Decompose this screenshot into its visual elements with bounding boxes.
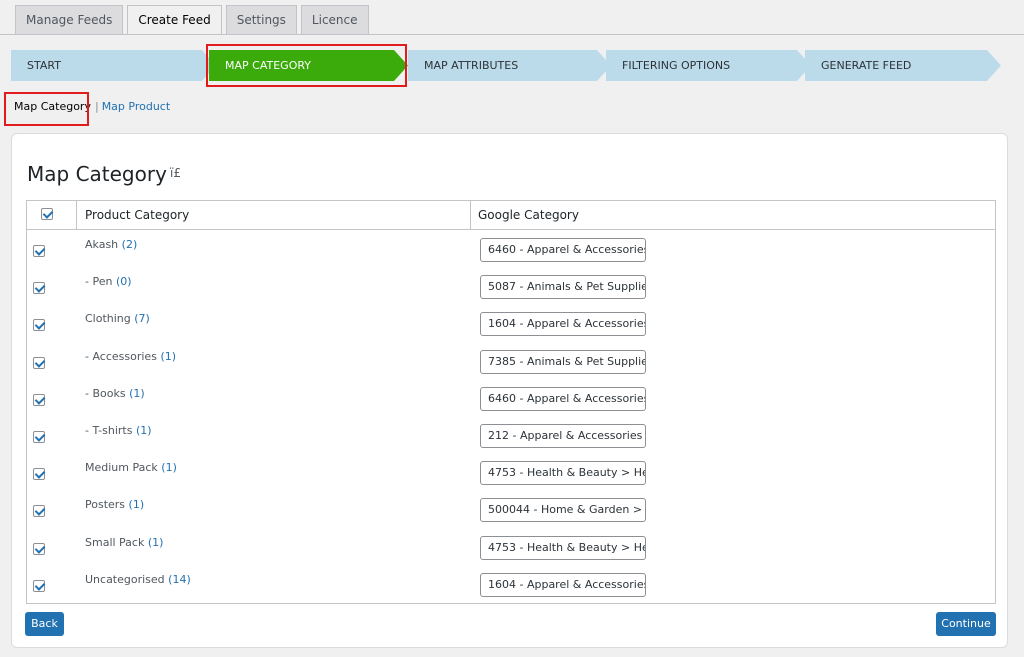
table-row: Medium Pack (1) 4753 - Health & Beauty > …: [27, 455, 995, 492]
category-name: Clothing: [85, 312, 131, 326]
google-category-input[interactable]: 1604 - Apparel & Accessories: [480, 572, 646, 597]
tabs-divider: [0, 34, 1024, 35]
product-category-label: Akash (2): [85, 238, 137, 251]
category-name: - Books: [85, 386, 126, 400]
product-category-label: Small Pack (1): [85, 536, 163, 549]
table-row: Posters (1) 500044 - Home & Garden > D: [27, 492, 995, 529]
product-category-label: Medium Pack (1): [85, 461, 177, 474]
map-category-panel: Map Category ï£ Product Category Google …: [11, 133, 1008, 648]
category-count-link[interactable]: (0): [116, 275, 132, 288]
category-count-link[interactable]: (1): [129, 498, 145, 511]
table-row: - Accessories (1) 7385 - Animals & Pet Su…: [27, 344, 995, 381]
back-button[interactable]: Back: [25, 612, 64, 636]
category-name: Medium Pack: [85, 461, 158, 475]
table-row: - T-shirts (1) 212 - Apparel & Accessorie…: [27, 418, 995, 455]
page-title: Map Category: [27, 162, 167, 186]
google-category-input[interactable]: 1604 - Apparel & Accessories: [480, 312, 646, 337]
table-header: Product Category Google Category: [27, 201, 995, 230]
category-name: Posters: [85, 498, 126, 512]
product-category-label: Uncategorised (14): [85, 573, 191, 586]
header-google-category: Google Category: [478, 208, 579, 222]
active-step-highlight: [206, 44, 407, 87]
google-category-input[interactable]: 5087 - Animals & Pet Supplies: [480, 275, 646, 300]
product-category-label: - Accessories (1): [85, 350, 176, 363]
row-checkbox[interactable]: [33, 579, 45, 592]
step-generate-feed[interactable]: GENERATE FEED: [805, 50, 1001, 81]
header-product-category: Product Category: [85, 208, 190, 222]
nav-tabs: Manage Feeds Create Feed Settings Licenc…: [15, 5, 373, 35]
category-count-link[interactable]: (1): [161, 461, 177, 474]
category-name: Akash: [85, 238, 119, 251]
product-category-label: - Pen (0): [85, 275, 132, 288]
google-category-input[interactable]: 4753 - Health & Beauty > Hea: [480, 461, 646, 486]
table-row: Uncategorised (14) 1604 - Apparel & Acces…: [27, 567, 995, 604]
row-checkbox[interactable]: [33, 505, 45, 518]
continue-button[interactable]: Continue: [936, 612, 996, 636]
column-divider: [76, 201, 77, 230]
product-category-label: Posters (1): [85, 498, 144, 511]
step-progress: START MAP CATEGORY MAP ATTRIBUTES FILTER…: [11, 50, 1001, 81]
category-count-link[interactable]: (7): [134, 312, 150, 325]
row-checkbox[interactable]: [33, 282, 45, 295]
table-row: Small Pack (1) 4753 - Health & Beauty > H…: [27, 530, 995, 567]
sublink-separator: |: [94, 100, 99, 113]
category-name: Uncategorised: [85, 572, 165, 586]
row-checkbox[interactable]: [33, 393, 45, 406]
row-checkbox[interactable]: [33, 356, 45, 369]
category-name: - T-shirts: [85, 424, 133, 437]
product-category-label: - Books (1): [85, 387, 145, 400]
step-map-attributes[interactable]: MAP ATTRIBUTES: [408, 50, 611, 81]
row-checkbox[interactable]: [33, 468, 45, 481]
category-name: - Accessories: [85, 349, 157, 363]
help-icon[interactable]: ï£: [170, 166, 181, 180]
category-table: Product Category Google Category Akash (…: [26, 200, 996, 604]
table-row: - Pen (0) 5087 - Animals & Pet Supplies: [27, 269, 995, 306]
google-category-input[interactable]: 7385 - Animals & Pet Supplies: [480, 349, 646, 374]
category-count-link[interactable]: (1): [129, 387, 145, 400]
column-divider: [470, 201, 471, 230]
table-row: Akash (2) 6460 - Apparel & Accessories: [27, 232, 995, 269]
category-count-link[interactable]: (14): [168, 573, 191, 586]
category-name: - Pen: [85, 275, 113, 289]
category-count-link[interactable]: (1): [136, 424, 152, 437]
row-checkbox[interactable]: [33, 245, 45, 257]
step-start[interactable]: START: [11, 50, 216, 81]
tab-manage-feeds[interactable]: Manage Feeds: [15, 5, 124, 34]
row-checkbox[interactable]: [33, 431, 45, 443]
google-category-input[interactable]: 212 - Apparel & Accessories >: [480, 424, 646, 448]
product-category-label: Clothing (7): [85, 312, 150, 325]
google-category-input[interactable]: 4753 - Health & Beauty > Hea: [480, 535, 646, 560]
row-checkbox[interactable]: [33, 319, 45, 332]
table-row: - Books (1) 6460 - Apparel & Accessories: [27, 381, 995, 418]
category-count-link[interactable]: (1): [148, 536, 164, 549]
google-category-input[interactable]: 6460 - Apparel & Accessories: [480, 386, 646, 411]
google-category-input[interactable]: 6460 - Apparel & Accessories: [480, 238, 646, 262]
table-row: Clothing (7) 1604 - Apparel & Accessories: [27, 306, 995, 343]
row-checkbox[interactable]: [33, 542, 45, 555]
sublink-highlight: [4, 92, 89, 126]
tab-create-feed[interactable]: Create Feed: [127, 5, 222, 35]
product-category-label: - T-shirts (1): [85, 424, 152, 437]
tab-settings[interactable]: Settings: [225, 5, 297, 34]
step-filtering-options[interactable]: FILTERING OPTIONS: [606, 50, 811, 81]
category-count-link[interactable]: (1): [160, 350, 176, 363]
sublink-map-product[interactable]: Map Product: [102, 100, 170, 113]
google-category-input[interactable]: 500044 - Home & Garden > D: [480, 498, 646, 523]
tab-licence[interactable]: Licence: [300, 5, 369, 34]
category-count-link[interactable]: (2): [122, 238, 138, 251]
category-name: Small Pack: [85, 535, 145, 549]
select-all-checkbox[interactable]: [41, 208, 53, 220]
